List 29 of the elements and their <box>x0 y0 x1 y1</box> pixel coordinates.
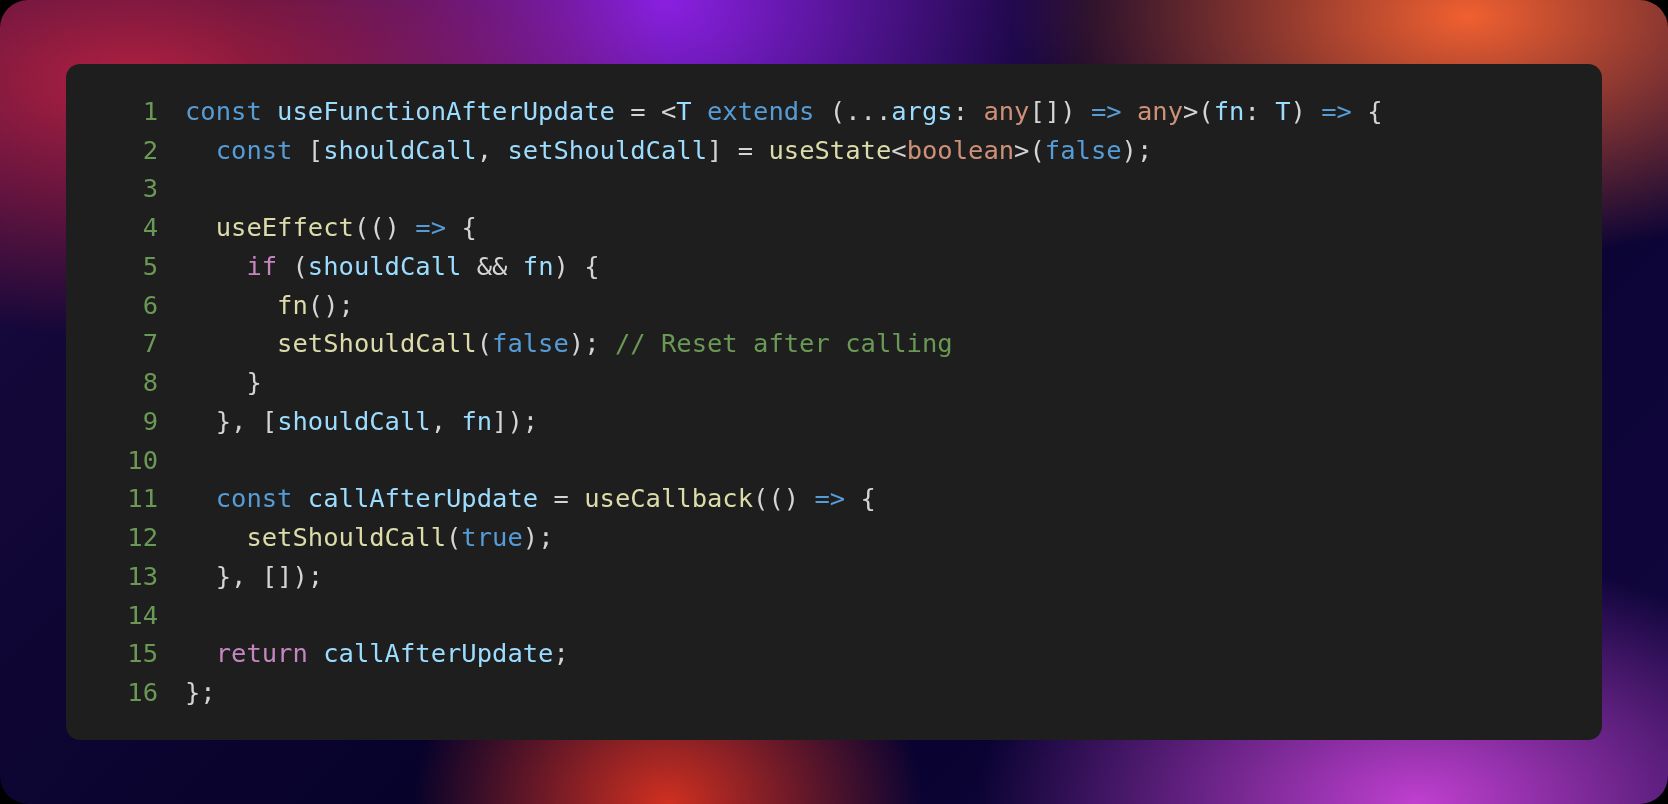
code-line: setShouldCall(false); // Reset after calling <box>276 327 953 361</box>
line-number: 12 <box>126 521 158 555</box>
line-number: 1 <box>141 94 158 128</box>
code-line: const callAfterUpdate = useCallback(() => { <box>214 482 876 516</box>
line-number: 13 <box>126 559 158 593</box>
line-number: 15 <box>126 637 158 671</box>
line-number: 10 <box>126 443 158 477</box>
line-number: 8 <box>141 366 158 400</box>
line-number: 14 <box>126 598 158 632</box>
line-number: 4 <box>141 211 158 245</box>
code-line: } <box>245 366 262 400</box>
code-line: fn(); <box>276 288 354 322</box>
code-line: }, []); <box>214 559 324 593</box>
code-line: return callAfterUpdate; <box>214 637 569 671</box>
line-number: 9 <box>141 404 158 438</box>
code-line: setShouldCall(true); <box>245 521 554 555</box>
code-line: }; <box>185 676 216 710</box>
code-line: if (shouldCall && fn) { <box>245 249 600 283</box>
line-number: 3 <box>141 172 158 206</box>
code-line: useEffect(() => { <box>214 211 477 245</box>
code-line: }, [shouldCall, fn]); <box>214 404 539 438</box>
line-number: 16 <box>126 676 158 710</box>
line-number: 5 <box>141 249 158 283</box>
line-number: 11 <box>126 482 158 516</box>
code-line: const useFunctionAfterUpdate = <T extends (...args: any[]) => any>(fn: T) => { <box>185 94 1383 128</box>
line-number: 2 <box>141 133 158 167</box>
code-line: const [shouldCall, setShouldCall] = useState<boolean>(false); <box>214 133 1153 167</box>
line-number: 6 <box>141 288 158 322</box>
line-number: 7 <box>141 327 158 361</box>
